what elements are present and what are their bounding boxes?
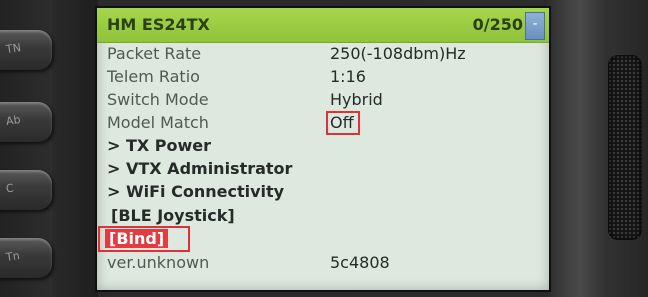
bind-command[interactable]: [Bind] [105, 229, 169, 248]
side-button-3[interactable]: C [0, 170, 52, 210]
radio-device: TN Ab C Tn HM ES24TX 0/250 - Packet Rate… [0, 0, 648, 297]
left-bezel [52, 0, 98, 297]
menu-dropdown-icon[interactable]: - [525, 12, 545, 40]
side-button-1-label: TN [5, 41, 22, 56]
folder-vtx-administrator[interactable]: > VTX Administrator [107, 159, 292, 178]
device-title: HM ES24TX [107, 15, 210, 34]
side-button-1[interactable]: TN [0, 30, 52, 70]
packet-rate-value[interactable]: 250(-108dbm)Hz [330, 44, 466, 63]
folder-tx-power[interactable]: > TX Power [107, 136, 211, 155]
switch-mode-value[interactable]: Hybrid [330, 90, 383, 109]
ble-joystick-command[interactable]: [BLE Joystick] [111, 206, 235, 225]
side-button-3-label: C [5, 181, 15, 196]
switch-mode-label[interactable]: Switch Mode [107, 90, 209, 109]
side-button-4[interactable]: Tn [0, 238, 52, 278]
telem-ratio-value[interactable]: 1:16 [330, 67, 366, 86]
model-match-label[interactable]: Model Match [107, 113, 209, 132]
folder-wifi-connectivity[interactable]: > WiFi Connectivity [107, 182, 284, 201]
title-bar: HM ES24TX 0/250 - [97, 8, 549, 43]
speaker-grille [608, 55, 642, 240]
model-match-highlight [326, 111, 360, 135]
lcd-screen: HM ES24TX 0/250 - Packet Rate 250(-108db… [97, 8, 549, 290]
side-button-2-label: Ab [5, 113, 22, 128]
version-label: ver.unknown [107, 253, 210, 272]
version-value: 5c4808 [330, 253, 390, 272]
side-button-4-label: Tn [5, 249, 21, 264]
side-button-2[interactable]: Ab [0, 102, 52, 142]
packet-counter: 0/250 [472, 15, 523, 34]
telem-ratio-label[interactable]: Telem Ratio [107, 67, 200, 86]
packet-rate-label[interactable]: Packet Rate [107, 44, 201, 63]
right-bezel [546, 0, 608, 297]
